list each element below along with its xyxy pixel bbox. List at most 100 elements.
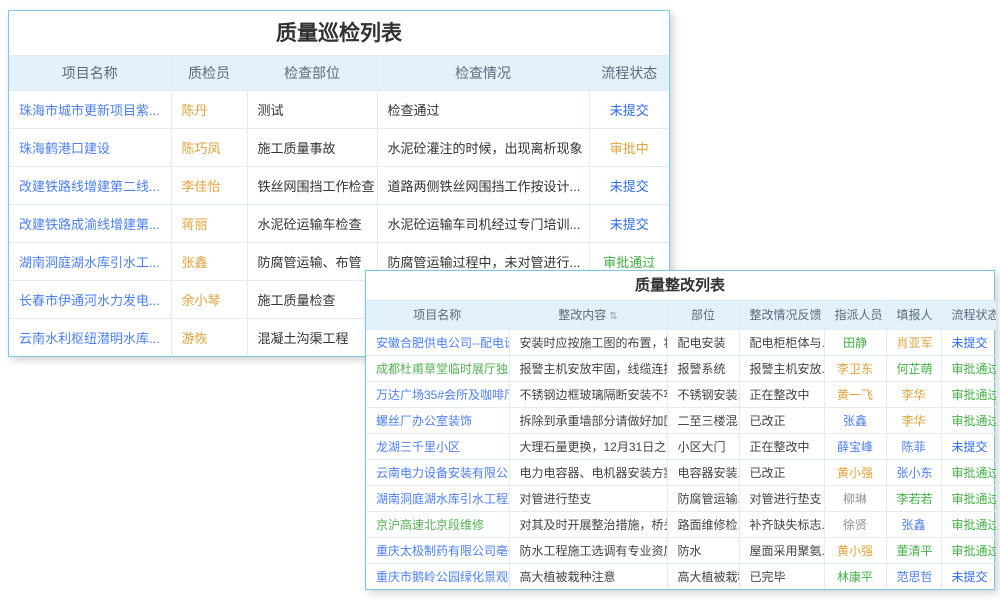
table-row: 湖南洞庭湖水库引水工程施工1标 对管进行垫支 防腐管运输... 对管进行垫支 柳… — [366, 485, 996, 511]
rectify-part: 路面维修检... — [667, 511, 739, 537]
rectify-part: 小区大门 — [667, 433, 739, 459]
status-badge[interactable]: 审批通过 — [941, 537, 996, 563]
inspector-name[interactable]: 张鑫 — [171, 242, 247, 280]
col-header-inspect-situation: 检查情况 — [377, 56, 589, 90]
col-header-project-name: 项目名称 — [366, 301, 509, 329]
project-link[interactable]: 长春市伊通河水力发电... — [9, 280, 171, 318]
assignee-name[interactable]: 薛宝峰 — [824, 433, 886, 459]
reporter-name[interactable]: 李华 — [886, 407, 941, 433]
sort-icon[interactable]: ⇅ — [609, 311, 617, 322]
inspect-part: 施工质量事故 — [247, 128, 377, 166]
rectify-feedback: 已完毕 — [739, 563, 824, 589]
status-badge[interactable]: 未提交 — [941, 433, 996, 459]
col-header-project-name: 项目名称 — [9, 56, 171, 90]
assignee-name[interactable]: 张鑫 — [824, 407, 886, 433]
assignee-name[interactable]: 李卫东 — [824, 355, 886, 381]
inspect-part: 测试 — [247, 90, 377, 128]
assignee-name[interactable]: 黄一飞 — [824, 381, 886, 407]
reporter-name[interactable]: 范思哲 — [886, 563, 941, 589]
status-badge[interactable]: 审批通过 — [941, 511, 996, 537]
rectify-feedback: 配电柜柜体与... — [739, 329, 824, 355]
rectification-list-card: 质量整改列表 项目名称 整改内容⇅ 部位 整改情况反馈 指派人员 填报人 流程状… — [365, 270, 995, 590]
project-link[interactable]: 重庆太极制药有限公司亳州中... — [366, 537, 509, 563]
reporter-name[interactable]: 李若若 — [886, 485, 941, 511]
status-badge[interactable]: 审批通过 — [941, 355, 996, 381]
rectify-part: 防水 — [667, 537, 739, 563]
status-badge[interactable]: 未提交 — [941, 329, 996, 355]
col-header-reporter: 填报人 — [886, 301, 941, 329]
rectify-content: 安装时应按施工图的布置，将... — [509, 329, 667, 355]
rectify-part: 配电安装 — [667, 329, 739, 355]
table-row: 重庆太极制药有限公司亳州中... 防水工程施工选调有专业资质... 防水 屋面采… — [366, 537, 996, 563]
project-link[interactable]: 湖南洞庭湖水库引水工... — [9, 242, 171, 280]
rectify-feedback: 对管进行垫支 — [739, 485, 824, 511]
project-link[interactable]: 改建铁路线增建第二线... — [9, 166, 171, 204]
col-header-part: 部位 — [667, 301, 739, 329]
rectify-content: 电力电容器、电机器安装方案,... — [509, 459, 667, 485]
status-badge[interactable]: 审批通过 — [941, 485, 996, 511]
status-badge[interactable]: 审批通过 — [941, 459, 996, 485]
reporter-name[interactable]: 董清平 — [886, 537, 941, 563]
inspector-name[interactable]: 陈丹 — [171, 90, 247, 128]
inspector-name[interactable]: 蒋丽 — [171, 204, 247, 242]
table-row: 成都杜甫草堂临时展厅独立展... 报警主机安放牢固，线缆连接... 报警系统 报… — [366, 355, 996, 381]
project-link[interactable]: 云南水利枢纽潜明水库... — [9, 318, 171, 356]
rectify-content: 防水工程施工选调有专业资质... — [509, 537, 667, 563]
inspection-list-title: 质量巡检列表 — [9, 11, 669, 56]
table-row: 改建铁路成渝线增建第... 蒋丽 水泥砼运输车检查 水泥砼运输车司机经过专门培训… — [9, 204, 669, 242]
table-row: 云南电力设备安装有限公司20... 电力电容器、电机器安装方案,... 电容器安… — [366, 459, 996, 485]
reporter-name[interactable]: 肖亚军 — [886, 329, 941, 355]
assignee-name[interactable]: 田静 — [824, 329, 886, 355]
assignee-name[interactable]: 林康平 — [824, 563, 886, 589]
reporter-name[interactable]: 陈菲 — [886, 433, 941, 459]
table-row: 珠海市城市更新项目紫... 陈丹 测试 检查通过 未提交 — [9, 90, 669, 128]
inspect-part: 铁丝网围挡工作检查 — [247, 166, 377, 204]
project-link[interactable]: 京沪高速北京段维修 — [366, 511, 509, 537]
project-link[interactable]: 改建铁路成渝线增建第... — [9, 204, 171, 242]
table-row: 万达广场35#会所及咖啡厅空... 不锈钢边框玻璃隔断安装不牢... 不锈钢安装… — [366, 381, 996, 407]
rectify-part: 防腐管运输... — [667, 485, 739, 511]
project-link[interactable]: 成都杜甫草堂临时展厅独立展... — [366, 355, 509, 381]
rectify-content: 大理石量更换，12月31日之... — [509, 433, 667, 459]
table-row: 京沪高速北京段维修 对其及时开展整治措施，桥头... 路面维修检... 补齐缺失… — [366, 511, 996, 537]
assignee-name[interactable]: 黄小强 — [824, 459, 886, 485]
reporter-name[interactable]: 张鑫 — [886, 511, 941, 537]
status-badge[interactable]: 未提交 — [589, 166, 669, 204]
project-link[interactable]: 珠海市城市更新项目紫... — [9, 90, 171, 128]
rectification-header-row: 项目名称 整改内容⇅ 部位 整改情况反馈 指派人员 填报人 流程状态 — [366, 301, 996, 329]
col-header-rectify-content[interactable]: 整改内容⇅ — [509, 301, 667, 329]
inspector-name[interactable]: 余小琴 — [171, 280, 247, 318]
rectify-feedback: 正在整改中 — [739, 433, 824, 459]
inspector-name[interactable]: 陈巧凤 — [171, 128, 247, 166]
project-link[interactable]: 万达广场35#会所及咖啡厅空... — [366, 381, 509, 407]
inspector-name[interactable]: 游恢 — [171, 318, 247, 356]
inspect-part: 水泥砼运输车检查 — [247, 204, 377, 242]
inspect-situation: 水泥砼灌注的时候，出现离析现象 — [377, 128, 589, 166]
rectify-feedback: 报警主机安放... — [739, 355, 824, 381]
assignee-name[interactable]: 柳琳 — [824, 485, 886, 511]
status-badge[interactable]: 未提交 — [941, 563, 996, 589]
project-link[interactable]: 湖南洞庭湖水库引水工程施工1标 — [366, 485, 509, 511]
assignee-name[interactable]: 黄小强 — [824, 537, 886, 563]
inspect-part: 防腐管运输、布管 — [247, 242, 377, 280]
status-badge[interactable]: 审批中 — [589, 128, 669, 166]
project-link[interactable]: 龙湖三千里小区 — [366, 433, 509, 459]
inspector-name[interactable]: 李佳怡 — [171, 166, 247, 204]
rectify-content: 高大植被栽种注意 — [509, 563, 667, 589]
rectify-content: 不锈钢边框玻璃隔断安装不牢... — [509, 381, 667, 407]
reporter-name[interactable]: 何芷萌 — [886, 355, 941, 381]
project-link[interactable]: 珠海鹤港口建设 — [9, 128, 171, 166]
status-badge[interactable]: 未提交 — [589, 90, 669, 128]
status-badge[interactable]: 未提交 — [589, 204, 669, 242]
project-link[interactable]: 重庆市鹅岭公园绿化景观提升... — [366, 563, 509, 589]
col-header-flow-status: 流程状态 — [589, 56, 669, 90]
project-link[interactable]: 螺丝厂办公室装饰 — [366, 407, 509, 433]
reporter-name[interactable]: 张小东 — [886, 459, 941, 485]
status-badge[interactable]: 审批通过 — [941, 381, 996, 407]
reporter-name[interactable]: 李华 — [886, 381, 941, 407]
assignee-name[interactable]: 徐贤 — [824, 511, 886, 537]
status-badge[interactable]: 审批通过 — [941, 407, 996, 433]
rectify-part: 不锈钢安装... — [667, 381, 739, 407]
project-link[interactable]: 云南电力设备安装有限公司20... — [366, 459, 509, 485]
project-link[interactable]: 安徽合肥供电公司--配电设备... — [366, 329, 509, 355]
